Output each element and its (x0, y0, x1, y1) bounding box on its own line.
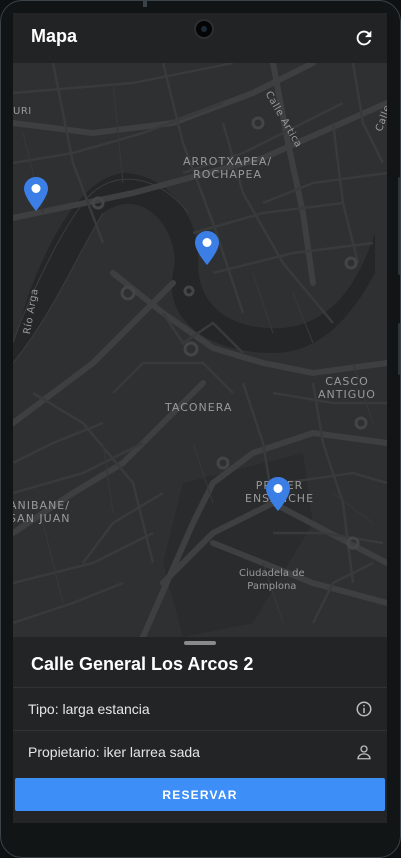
device-frame: Mapa URI Calle Artica Calle ARROTXAPEA/ … (0, 0, 401, 858)
bottom-sheet: Calle General Los Arcos 2 Tipo: larga es… (13, 637, 387, 823)
info-icon[interactable] (355, 700, 373, 718)
map-label-casco-antiguo: CASCO ANTIGUO (318, 375, 376, 401)
owner-label: Propietario: iker larrea sada (28, 744, 200, 760)
map-label-north: URI (13, 106, 32, 117)
frame-seam (143, 1, 147, 7)
map-view[interactable]: URI Calle Artica Calle L ARROTXAPEA/ ROC… (13, 63, 387, 637)
location-pin-icon[interactable] (24, 177, 48, 211)
map-label-taconera: TACONERA (165, 401, 233, 414)
drag-handle[interactable] (184, 641, 216, 645)
map-label-san-juan: ANIBANE/ SAN JUAN (13, 499, 71, 525)
owner-row: Propietario: iker larrea sada (13, 730, 387, 773)
person-icon[interactable] (355, 743, 373, 761)
refresh-icon[interactable] (353, 27, 375, 49)
map-streets (13, 63, 387, 637)
front-camera (194, 19, 214, 39)
location-pin-icon[interactable] (195, 231, 219, 265)
tipo-label: Tipo: larga estancia (28, 701, 150, 717)
reserve-button[interactable]: RESERVAR (15, 778, 385, 811)
tipo-row: Tipo: larga estancia (13, 687, 387, 730)
page-title: Mapa (31, 26, 78, 46)
location-pin-icon[interactable] (266, 477, 290, 511)
map-label-ciudadela: Ciudadela de Pamplona (239, 568, 305, 592)
property-title: Calle General Los Arcos 2 (31, 654, 254, 674)
map-label-arrotxapea: ARROTXAPEA/ ROCHAPEA (183, 155, 273, 181)
screen: Mapa URI Calle Artica Calle ARROTXAPEA/ … (13, 13, 387, 823)
